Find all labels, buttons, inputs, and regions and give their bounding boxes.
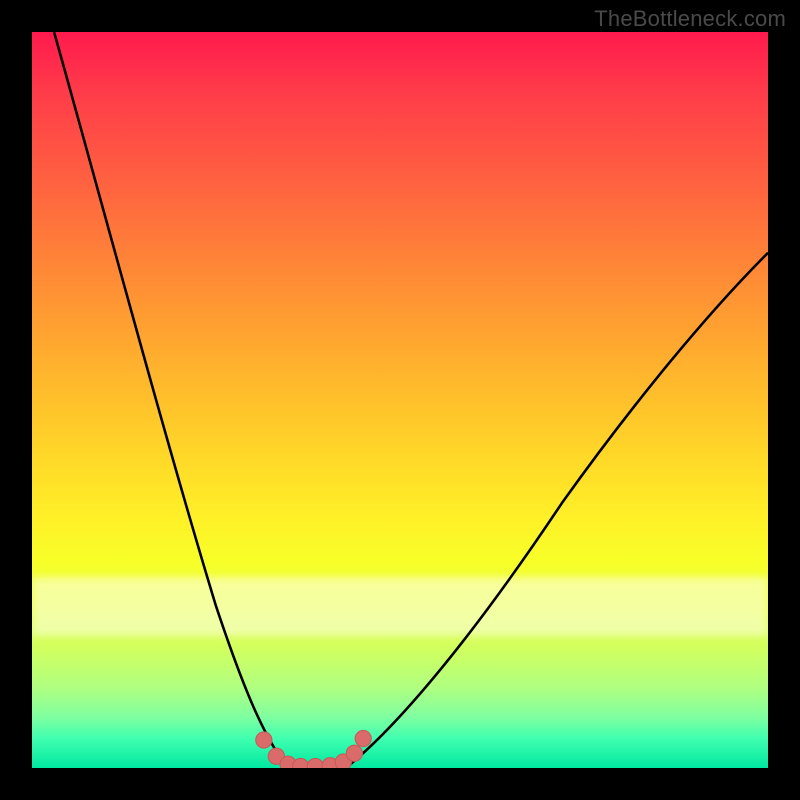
watermark-text: TheBottleneck.com bbox=[594, 6, 786, 32]
curve-left bbox=[54, 32, 286, 766]
plot-area bbox=[32, 32, 768, 768]
chart-frame: TheBottleneck.com bbox=[0, 0, 800, 800]
curve-layer bbox=[32, 32, 768, 768]
curve-right bbox=[348, 253, 768, 766]
